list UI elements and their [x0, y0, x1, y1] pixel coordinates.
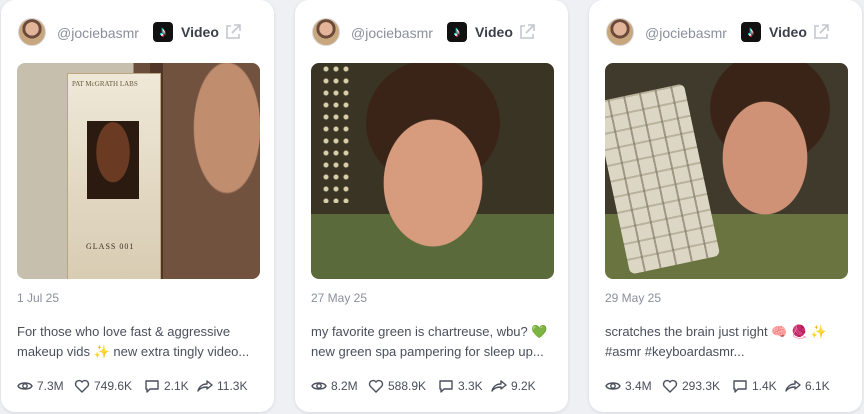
product-box-portrait — [87, 121, 139, 199]
tiktok-logo-icon: ♪ — [741, 22, 761, 42]
post-card[interactable]: @jociebasmr ♪ Video PAT McGRATH LABS GLA… — [1, 0, 274, 412]
post-caption: my favorite green is chartreuse, wbu? 💚 … — [311, 324, 548, 359]
heart-icon — [662, 379, 678, 393]
author-handle[interactable]: @jociebasmr — [57, 25, 139, 41]
comment-icon — [439, 380, 453, 393]
video-thumbnail[interactable] — [311, 63, 554, 279]
platform-type-label: Video — [769, 24, 807, 40]
post-date: 1 Jul 25 — [17, 291, 60, 305]
avatar[interactable] — [18, 18, 46, 46]
stats-row: 8.2M 588.9K 3.3K 9.2K — [311, 376, 561, 396]
platform-type-label: Video — [475, 24, 513, 40]
tiktok-logo-icon: ♪ — [447, 22, 467, 42]
eye-icon — [17, 382, 33, 390]
share-icon — [197, 380, 213, 392]
video-thumbnail[interactable] — [605, 63, 848, 279]
share-icon — [785, 380, 801, 392]
stats-row: 7.3M 749.6K 2.1K 11.3K — [17, 376, 267, 396]
post-card[interactable]: @jociebasmr ♪ Video 29 May 25 scratches … — [589, 0, 862, 412]
external-link-icon[interactable] — [224, 23, 242, 41]
post-caption: For those who love fast & aggressive mak… — [17, 324, 250, 359]
tiktok-logo-icon: ♪ — [153, 22, 173, 42]
author-handle[interactable]: @jociebasmr — [645, 25, 727, 41]
external-link-icon[interactable] — [812, 23, 830, 41]
fairy-lights — [321, 63, 351, 203]
comment-icon — [145, 380, 159, 393]
stats-row: 3.4M 293.3K 1.4K 6.1K — [605, 376, 855, 396]
post-date: 27 May 25 — [311, 291, 368, 305]
thumbnail-person — [150, 63, 260, 279]
eye-icon — [311, 382, 327, 390]
comment-icon — [733, 380, 747, 393]
author-handle[interactable]: @jociebasmr — [351, 25, 433, 41]
avatar[interactable] — [606, 18, 634, 46]
card-header: @jociebasmr ♪ Video — [295, 14, 568, 50]
card-header: @jociebasmr ♪ Video — [589, 14, 862, 50]
post-date: 29 May 25 — [605, 291, 662, 305]
video-thumbnail[interactable]: PAT McGRATH LABS GLASS 001 — [17, 63, 260, 279]
platform-type-label: Video — [181, 24, 219, 40]
avatar[interactable] — [312, 18, 340, 46]
card-header: @jociebasmr ♪ Video — [1, 14, 274, 50]
external-link-icon[interactable] — [518, 23, 536, 41]
heart-icon — [74, 379, 90, 393]
post-caption: scratches the brain just right 🧠 🧶 ✨ #as… — [605, 324, 827, 359]
share-icon — [491, 380, 507, 392]
eye-icon — [605, 382, 621, 390]
post-card[interactable]: @jociebasmr ♪ Video 27 May 25 my favorit… — [295, 0, 568, 412]
heart-icon — [368, 379, 384, 393]
keyboard — [605, 83, 721, 275]
